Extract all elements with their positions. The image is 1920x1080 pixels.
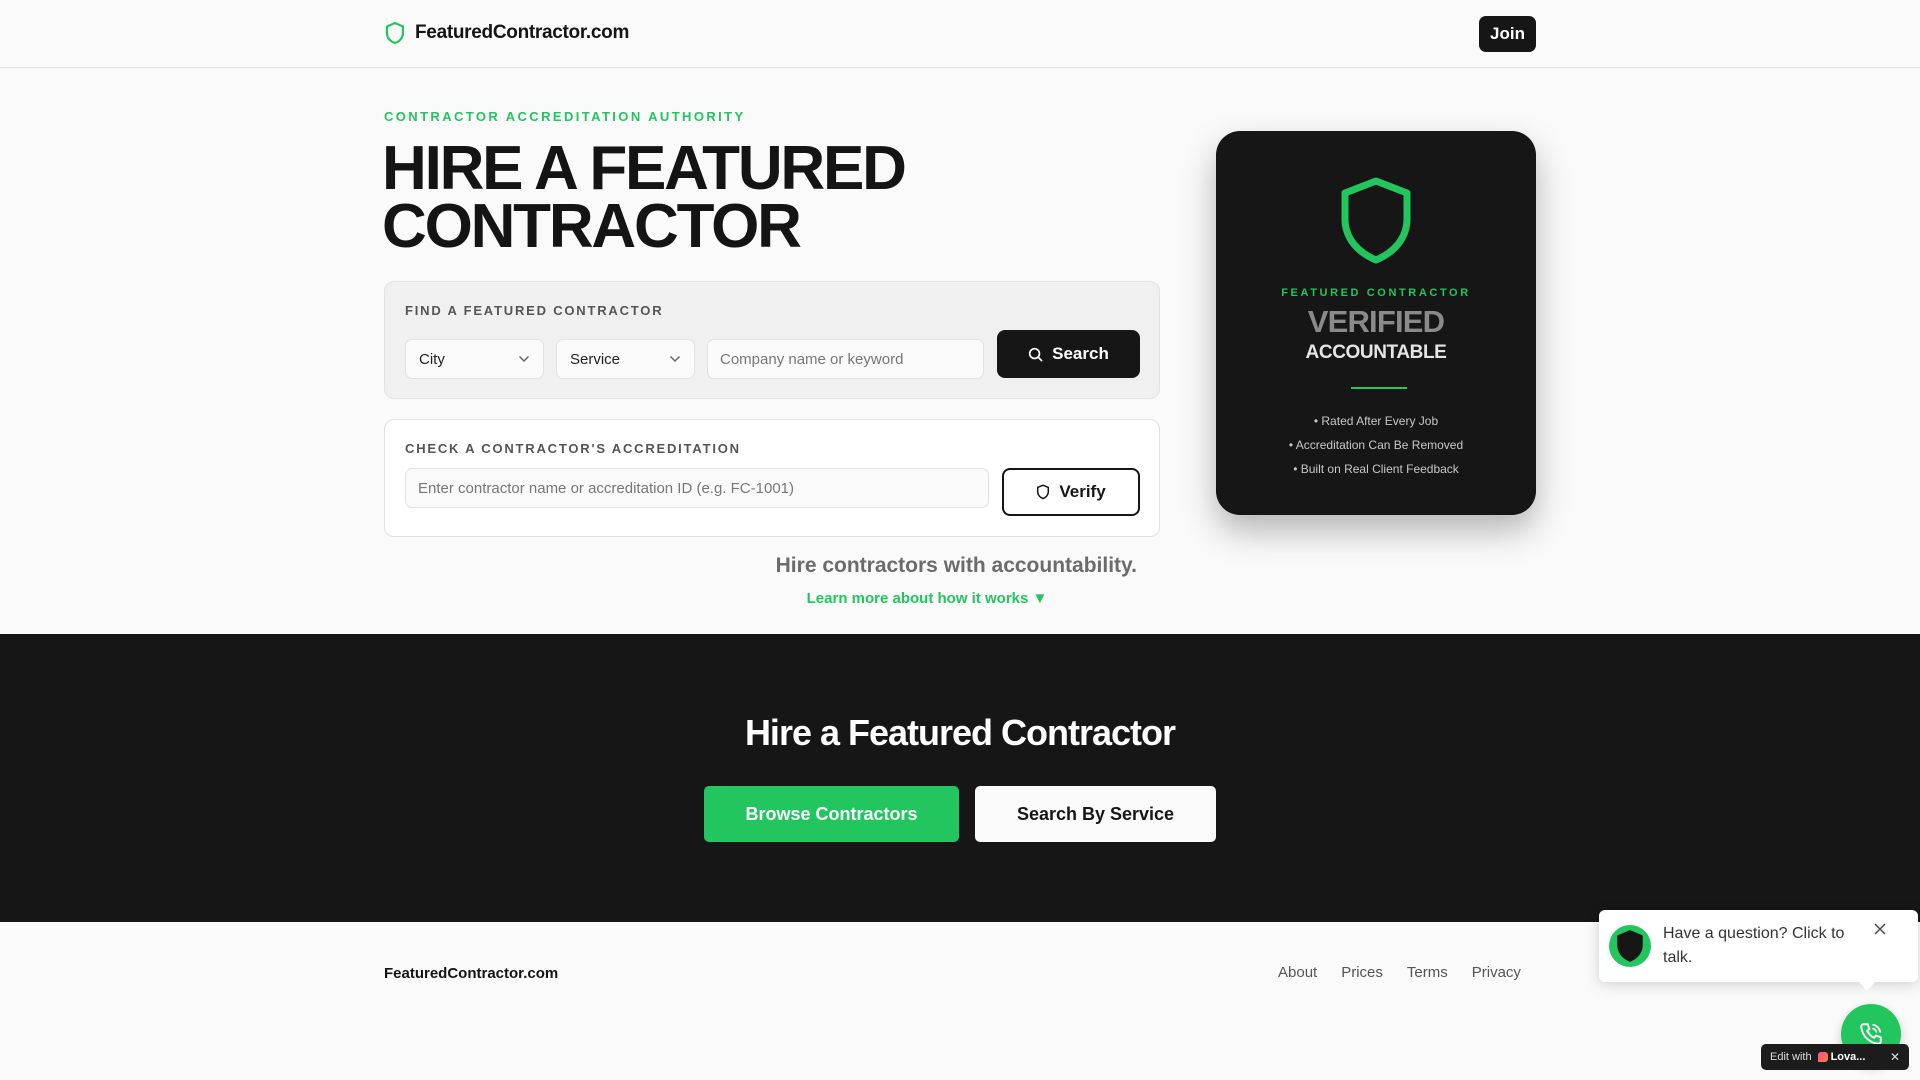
hero-title-line-1: HIRE A FEATURED xyxy=(382,134,907,203)
city-select[interactable]: City xyxy=(405,339,544,379)
site-header: FeaturedContractor.com Join xyxy=(0,0,1920,68)
hero-title: HIRE A FEATURED CONTRACTOR xyxy=(382,134,982,261)
brand-name: FeaturedContractor.com xyxy=(415,22,630,43)
badge-eyebrow: FEATURED CONTRACTOR xyxy=(1281,287,1471,299)
close-icon[interactable]: ✕ xyxy=(1890,1050,1900,1064)
chat-prompt-text: Have a question? Click to talk. xyxy=(1663,925,1845,966)
search-button-label: Search xyxy=(1052,344,1109,363)
city-select-value: City xyxy=(419,350,445,368)
badge-accountable-text: ACCOUNTABLE xyxy=(1305,342,1447,363)
shield-icon xyxy=(1037,484,1050,500)
shield-icon xyxy=(1341,177,1411,264)
badge-point: • Accreditation Can Be Removed xyxy=(1288,438,1464,452)
browse-contractors-button[interactable]: Browse Contractors xyxy=(704,786,959,842)
edit-badge-prefix: Edit with xyxy=(1770,1051,1812,1063)
hero-title-line-2: CONTRACTOR xyxy=(382,192,802,261)
cta-title: Hire a Featured Contractor xyxy=(744,712,1176,753)
footer-link-privacy[interactable]: Privacy xyxy=(1472,964,1521,981)
footer-link-prices[interactable]: Prices xyxy=(1341,964,1383,981)
brand-logo-link[interactable]: FeaturedContractor.com xyxy=(384,21,629,45)
badge-points-list: • Rated After Every Job • Accreditation … xyxy=(1216,409,1536,481)
shield-icon xyxy=(1617,930,1643,962)
accreditation-input[interactable] xyxy=(405,468,989,508)
chevron-down-icon xyxy=(669,355,681,363)
badge-divider xyxy=(1351,387,1407,389)
accreditation-check-panel: CHECK A CONTRACTOR'S ACCREDITATION Verif… xyxy=(384,419,1160,537)
hero-tagline: Hire contractors with accountability. xyxy=(775,554,1137,577)
close-icon[interactable] xyxy=(1873,922,1887,936)
find-contractor-panel: FIND A FEATURED CONTRACTOR City Service … xyxy=(384,281,1160,399)
chat-prompt-bubble[interactable]: Have a question? Click to talk. xyxy=(1599,910,1918,982)
service-select[interactable]: Service xyxy=(556,339,695,379)
hero-eyebrow: CONTRACTOR ACCREDITATION AUTHORITY xyxy=(384,109,746,124)
verify-button-label: Verify xyxy=(1059,482,1106,501)
service-select-value: Service xyxy=(570,350,621,368)
search-button[interactable]: Search xyxy=(997,330,1140,378)
search-by-service-button[interactable]: Search By Service xyxy=(975,786,1216,842)
keyword-input[interactable] xyxy=(707,339,984,379)
search-icon xyxy=(1028,347,1043,361)
cta-section: Hire a Featured Contractor Browse Contra… xyxy=(0,634,1920,922)
chevron-down-icon xyxy=(518,355,530,363)
edit-badge-brand: Lova... xyxy=(1830,1051,1866,1063)
footer-brand: FeaturedContractor.com xyxy=(384,965,559,982)
chat-avatar xyxy=(1609,925,1651,967)
badge-verified-text: VERIFIED xyxy=(1307,304,1445,339)
lovable-logo-icon xyxy=(1817,1052,1828,1062)
footer-link-terms[interactable]: Terms xyxy=(1407,964,1448,981)
footer-link-about[interactable]: About xyxy=(1278,964,1317,981)
shield-icon xyxy=(385,21,405,45)
verify-button[interactable]: Verify xyxy=(1002,468,1140,516)
badge-point: • Rated After Every Job xyxy=(1313,414,1439,428)
verified-badge-card: FEATURED CONTRACTOR VERIFIED ACCOUNTABLE… xyxy=(1216,131,1536,515)
chat-bubble-tail xyxy=(1858,981,1876,991)
badge-point: • Built on Real Client Feedback xyxy=(1293,462,1459,476)
find-panel-label: FIND A FEATURED CONTRACTOR xyxy=(405,303,664,318)
join-button[interactable]: Join xyxy=(1479,16,1536,52)
footer-nav: About Prices Terms Privacy xyxy=(1278,964,1521,981)
learn-more-link[interactable]: Learn more about how it works ▼ xyxy=(780,590,1074,607)
accreditation-panel-label: CHECK A CONTRACTOR'S ACCREDITATION xyxy=(405,441,741,456)
edit-with-badge[interactable]: Edit with Lova... ✕ xyxy=(1761,1044,1909,1070)
